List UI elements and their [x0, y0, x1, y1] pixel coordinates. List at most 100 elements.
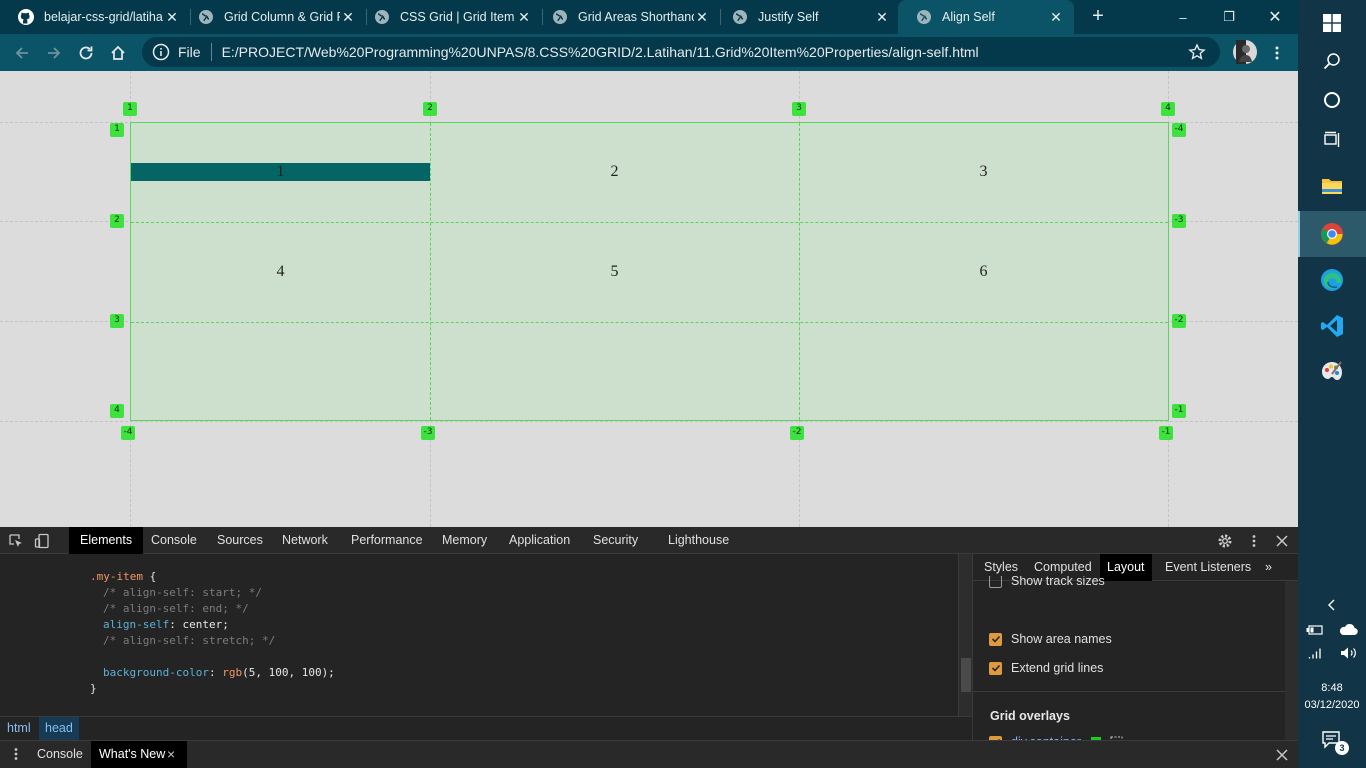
inspect-element-icon[interactable]: [7, 532, 25, 550]
grid-item-4: 4: [276, 263, 285, 280]
taskbar-file-explorer[interactable]: [1298, 163, 1366, 209]
code-comment: /* align-self: stretch; */: [103, 634, 276, 647]
devtools-tab-console[interactable]: Console: [140, 527, 208, 554]
device-toolbar-icon[interactable]: [33, 532, 51, 550]
minimize-button[interactable]: –: [1160, 0, 1206, 34]
wifi-icon[interactable]: [1306, 646, 1324, 660]
avatar-icon: [1233, 40, 1257, 64]
system-clock[interactable]: 8:48 03/12/2020: [1298, 680, 1366, 714]
taskbar-vscode[interactable]: [1298, 303, 1366, 349]
settings-gear-icon[interactable]: [1216, 532, 1234, 550]
search-icon: [1323, 53, 1340, 70]
checkbox-unchecked[interactable]: [989, 576, 1002, 588]
sidebar-scrollbar[interactable]: [1285, 581, 1299, 740]
checkbox-checked[interactable]: [989, 661, 1002, 675]
code-scrollbar[interactable]: [958, 554, 972, 716]
option-extend-grid-lines[interactable]: Extend grid lines: [989, 659, 1103, 677]
vscode-icon: [1321, 315, 1343, 337]
back-button[interactable]: [9, 40, 35, 66]
devtools-close-icon[interactable]: [1273, 532, 1291, 550]
browser-window: belajar-css-grid/latiha ✕ Grid Column & …: [0, 0, 1299, 768]
arrow-right-icon: [48, 47, 61, 59]
new-tab-button[interactable]: +: [1086, 5, 1110, 29]
devtools-sidebar: Styles Computed Layout Event Listeners »…: [972, 554, 1299, 749]
taskbar-edge[interactable]: [1298, 257, 1366, 303]
browser-menu-button[interactable]: [1264, 40, 1290, 66]
github-icon: [18, 9, 34, 25]
battery-icon[interactable]: [1306, 623, 1324, 637]
active-app-indicator: [1298, 211, 1300, 257]
sidebar-more-tabs-icon[interactable]: »: [1258, 554, 1279, 581]
volume-icon[interactable]: [1340, 646, 1358, 660]
option-show-track-sizes[interactable]: Show track sizes: [989, 576, 1105, 590]
arrow-left-icon: [15, 47, 28, 59]
tab-title: Grid Column & Grid R: [224, 10, 340, 24]
code-comment: /* align-self: start; */: [103, 586, 262, 599]
notification-badge: 3: [1335, 741, 1349, 755]
home-button[interactable]: [105, 40, 131, 66]
devtools-more-icon[interactable]: [1245, 532, 1263, 550]
windows-logo-icon: [1323, 14, 1341, 32]
close-icon[interactable]: ✕: [694, 9, 710, 26]
close-icon[interactable]: ✕: [164, 9, 180, 26]
sidebar-tab-event-listeners[interactable]: Event Listeners: [1158, 554, 1258, 581]
tab-css-grid-item[interactable]: CSS Grid | Grid Item P ✕: [356, 0, 542, 34]
tab-grid-column[interactable]: Grid Column & Grid R ✕: [180, 0, 366, 34]
option-label: Show area names: [1011, 632, 1112, 646]
tab-grid-areas[interactable]: Grid Areas Shorthand ✕: [534, 0, 720, 34]
checkbox-checked[interactable]: [989, 632, 1002, 646]
grid-row-line: [131, 222, 1168, 223]
clock-date: 03/12/2020: [1304, 699, 1360, 711]
globe-icon: [374, 9, 390, 25]
devtools-tab-network[interactable]: Network: [271, 527, 339, 554]
colon: :: [208, 666, 216, 679]
browser-toolbar: File E:/PROJECT/Web%20Programming%20UNPA…: [0, 34, 1298, 71]
address-bar[interactable]: File E:/PROJECT/Web%20Programming%20UNPA…: [142, 37, 1220, 67]
drawer-close-icon[interactable]: [1273, 746, 1291, 764]
close-icon[interactable]: ✕: [874, 9, 890, 26]
close-icon[interactable]: ✕: [516, 9, 532, 26]
tray-row-2: [1306, 646, 1358, 662]
close-icon[interactable]: ✕: [1048, 9, 1064, 26]
globe-icon: [916, 9, 932, 25]
sidebar-tab-layout[interactable]: Layout: [1100, 554, 1152, 581]
breadcrumb-head[interactable]: head: [39, 717, 79, 740]
tab-title: Justify Self: [758, 10, 819, 24]
devtools-tab-sources[interactable]: Sources: [206, 527, 274, 554]
devtools-tab-memory[interactable]: Memory: [431, 527, 498, 554]
onedrive-cloud-icon[interactable]: [1338, 623, 1358, 637]
devtools-tab-performance[interactable]: Performance: [340, 527, 434, 554]
open-brace: {: [142, 570, 157, 583]
tab-justify-self[interactable]: Justify Self ✕: [714, 0, 900, 34]
drawer-tab-console[interactable]: Console: [29, 741, 91, 768]
scrollbar-thumb[interactable]: [961, 658, 971, 692]
window-close-button[interactable]: ✕: [1252, 0, 1298, 34]
taskbar-chrome[interactable]: [1298, 211, 1366, 257]
option-show-area-names[interactable]: Show area names: [989, 630, 1112, 648]
task-view-button[interactable]: [1298, 117, 1366, 163]
drawer-menu-icon[interactable]: [7, 745, 25, 763]
drawer-tab-close-icon[interactable]: ×: [167, 741, 175, 768]
close-icon[interactable]: ✕: [340, 9, 356, 26]
tab-github[interactable]: belajar-css-grid/latiha ✕: [0, 0, 190, 34]
check-icon: [991, 664, 1000, 672]
info-icon[interactable]: [152, 43, 170, 61]
url-text[interactable]: E:/PROJECT/Web%20Programming%20UNPAS/8.C…: [222, 44, 979, 60]
devtools-tab-elements[interactable]: Elements: [69, 527, 144, 554]
forward-button[interactable]: [41, 40, 67, 66]
tray-expand-button[interactable]: [1298, 583, 1366, 627]
breadcrumb-html[interactable]: html: [1, 717, 37, 740]
devtools-tab-security[interactable]: Security: [582, 527, 649, 554]
tab-title: Align Self: [942, 10, 995, 24]
star-icon[interactable]: [1188, 43, 1206, 61]
restore-button[interactable]: ❐: [1206, 0, 1252, 34]
devtools-tab-lighthouse[interactable]: Lighthouse: [657, 527, 740, 554]
taskbar-paint[interactable]: [1298, 349, 1366, 395]
profile-avatar[interactable]: [1231, 38, 1259, 66]
chevron-left-icon: [1328, 599, 1335, 611]
action-center-button[interactable]: 3: [1298, 717, 1366, 763]
devtools-tab-application[interactable]: Application: [498, 527, 581, 554]
css-property: background-color: [103, 666, 209, 679]
reload-button[interactable]: [73, 40, 99, 66]
tab-align-self[interactable]: Align Self ✕: [898, 0, 1074, 34]
